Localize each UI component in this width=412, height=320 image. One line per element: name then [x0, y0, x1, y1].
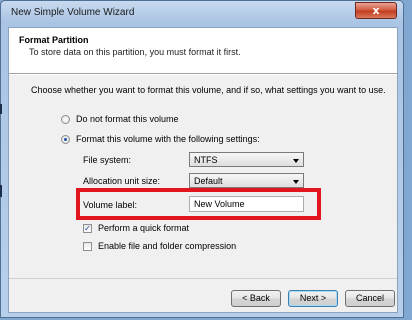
- file-system-select[interactable]: NTFS: [189, 152, 304, 167]
- format-radio-row[interactable]: Format this volume with the following se…: [61, 134, 260, 144]
- allocation-unit-select[interactable]: Default: [189, 173, 304, 188]
- background-edge-mark: [0, 185, 2, 197]
- allocation-unit-value: Default: [194, 176, 223, 186]
- quick-format-row[interactable]: ✓ Perform a quick format: [83, 223, 189, 233]
- page-subtitle: To store data on this partition, you mus…: [29, 47, 241, 57]
- wizard-window: New Simple Volume Wizard x Format Partit…: [0, 0, 404, 318]
- checkmark-icon: ✓: [84, 223, 91, 233]
- page-title: Format Partition: [19, 35, 89, 45]
- header-divider: [9, 74, 397, 75]
- highlight-annotation: [76, 188, 321, 220]
- chevron-down-icon: [293, 159, 299, 163]
- quick-format-label: Perform a quick format: [98, 223, 190, 233]
- next-button[interactable]: Next >: [288, 290, 338, 307]
- back-button[interactable]: < Back: [231, 290, 281, 307]
- instruction-text: Choose whether you want to format this v…: [31, 85, 386, 95]
- chevron-down-icon: [293, 180, 299, 184]
- window-title: New Simple Volume Wizard: [11, 7, 135, 18]
- allocation-unit-label: Allocation unit size:: [83, 176, 161, 186]
- format-radio[interactable]: [61, 134, 70, 144]
- close-icon: x: [372, 4, 380, 17]
- footer-divider: [9, 278, 397, 279]
- format-label: Format this volume with the following se…: [76, 134, 260, 144]
- file-system-value: NTFS: [194, 155, 218, 165]
- close-button[interactable]: x: [355, 2, 397, 19]
- compression-checkbox[interactable]: [83, 241, 92, 251]
- do-not-format-radio-row[interactable]: Do not format this volume: [61, 114, 179, 124]
- do-not-format-label: Do not format this volume: [76, 114, 179, 124]
- compression-label: Enable file and folder compression: [98, 241, 237, 251]
- file-system-label: File system:: [83, 155, 132, 165]
- do-not-format-radio[interactable]: [61, 114, 70, 124]
- background-edge-mark: [0, 104, 2, 114]
- header-band: Format Partition To store data on this p…: [9, 28, 397, 74]
- title-bar[interactable]: New Simple Volume Wizard x: [1, 1, 403, 27]
- wizard-page: Format Partition To store data on this p…: [8, 27, 398, 313]
- compression-row[interactable]: Enable file and folder compression: [83, 241, 236, 251]
- cancel-button[interactable]: Cancel: [345, 290, 395, 307]
- quick-format-checkbox[interactable]: ✓: [83, 223, 92, 233]
